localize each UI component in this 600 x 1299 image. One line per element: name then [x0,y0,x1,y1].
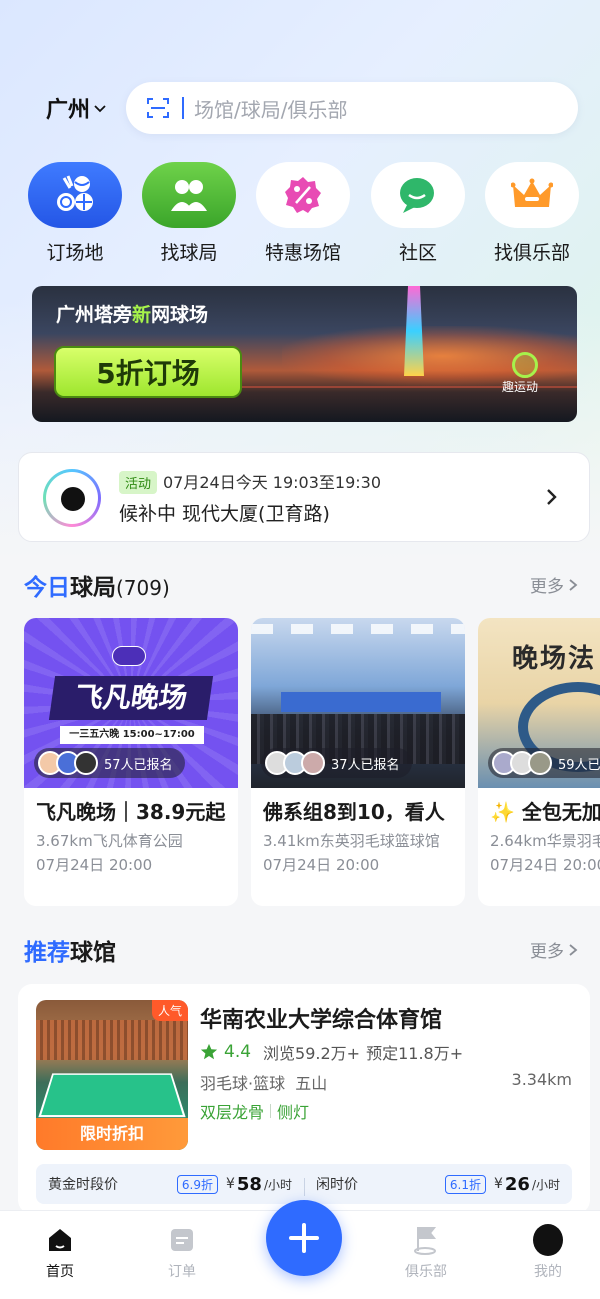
game-title: ✨ 全包无加 [490,800,600,824]
banner-title: 广州塔旁新网球场 [56,304,209,326]
avatar-dot [61,487,85,511]
chevron-right-icon [569,578,578,591]
quick-entry-label: 社区 [398,242,437,264]
recommended-header: 推荐球馆 更多 [24,933,584,967]
chevron-right-icon[interactable] [543,485,561,509]
tab-home[interactable]: 首页 [20,1225,100,1281]
order-icon [167,1225,197,1255]
game-card[interactable]: 晚场法 59人已报名 ✨ 全包无加 2.64km华景羽毛 07月24日 20:0… [478,618,600,906]
header: 广州 场馆/球局/俱乐部 [0,82,600,136]
tab-label: 首页 [46,1264,74,1280]
game-location: 3.67km飞凡体育公园 [36,832,183,850]
game-location: 3.41km东英羽毛球篮球馆 [263,832,440,850]
promo-banner[interactable]: 广州塔旁新网球场 5折订场 趣运动 [32,286,577,422]
image-title: 晚场法 [512,644,597,674]
signup-badge: 59人已报名 [488,748,600,778]
balls-icon [28,162,122,228]
tab-club[interactable]: 俱乐部 [386,1225,466,1281]
game-card[interactable]: 飞凡晚场 一三五六晚 15:00~17:00 57人已报名 飞凡晚场｜38.9元… [24,618,238,906]
chat-bubble-icon [371,162,465,228]
tab-label: 我的 [534,1264,562,1280]
game-image: 37人已报名 [251,618,465,788]
quick-entry-community[interactable]: 社区 [368,162,468,265]
quick-entry-book-court[interactable]: 订场地 [25,162,125,265]
venue-tags: 双层龙骨 侧灯 [200,1103,310,1122]
image-title: 飞凡晚场 [48,676,214,720]
game-image: 晚场法 59人已报名 [478,618,600,788]
city-label: 广州 [46,98,91,123]
game-title: 飞凡晚场｜38.9元起 [36,800,226,824]
section-title: 今日球局(709) [24,575,170,601]
venue-stats: 4.4 浏览59.2万+ 预定11.8万+ [200,1040,463,1064]
avatar [533,1224,563,1256]
activity-desc: 候补中 现代大厦(卫育路) [119,503,330,525]
tab-label: 俱乐部 [405,1264,447,1280]
club-logo-icon [112,646,146,666]
game-date: 07月24日 20:00 [36,856,153,874]
discount-badge: 限时折扣 [36,1118,188,1150]
search-bar[interactable]: 场馆/球局/俱乐部 [126,82,578,134]
hot-badge: 人气 [151,1000,188,1021]
price-peak: 黄金时段价 6.9折 ¥ 58 /小时 [48,1173,292,1195]
chevron-right-icon [569,943,578,956]
group-icon [142,162,236,228]
plus-icon [289,1223,319,1253]
brand-logo-icon [512,352,538,378]
today-games-list: 飞凡晚场 一三五六晚 15:00~17:00 57人已报名 飞凡晚场｜38.9元… [24,618,600,906]
crown-icon [485,162,579,228]
signup-badge: 37人已报名 [261,748,412,778]
venue-card[interactable]: 人气 限时折扣 华南农业大学综合体育馆 4.4 浏览59.2万+ 预定11.8万… [18,984,590,1214]
home-icon [45,1225,75,1255]
create-button[interactable] [266,1200,342,1276]
game-card[interactable]: 37人已报名 佛系组8到10，看人 3.41km东英羽毛球篮球馆 07月24日 … [251,618,465,906]
banner-cta-button[interactable]: 5折订场 [54,346,242,398]
club-flag-icon [411,1225,441,1255]
game-image: 飞凡晚场 一三五六晚 15:00~17:00 57人已报名 [24,618,238,788]
quick-entry-label: 找球局 [160,242,218,264]
game-location: 2.64km华景羽毛 [490,832,600,850]
today-games-header: 今日球局(709) 更多 [24,568,584,602]
quick-entries: 订场地 找球局 特惠场馆 社区 找俱乐部 [0,162,600,272]
game-date: 07月24日 20:00 [490,856,600,874]
quick-entry-label: 找俱乐部 [493,242,570,264]
activity-time: 07月24日今天 19:03至19:30 [163,473,382,492]
canton-tower-illustration [404,286,424,376]
quick-entry-deal-venues[interactable]: 特惠场馆 [253,162,353,265]
chevron-down-icon [94,105,106,113]
venue-sports: 羽毛球·篮球 五山 3.34km [200,1070,572,1093]
search-input[interactable]: 场馆/球局/俱乐部 [194,94,347,123]
discount-icon [256,162,350,228]
banner-brand: 趣运动 [502,380,539,394]
more-link[interactable]: 更多 [530,937,578,962]
venue-distance: 3.34km [511,1070,572,1089]
tab-orders[interactable]: 订单 [142,1225,222,1281]
scan-icon[interactable] [146,96,170,120]
search-cursor [182,97,184,119]
section-title: 推荐球馆 [24,940,116,966]
image-schedule: 一三五六晚 15:00~17:00 [60,726,204,744]
venue-name: 华南农业大学综合体育馆 [200,1008,443,1033]
price-offpeak: 闲时价 6.1折 ¥ 26 /小时 [304,1174,572,1196]
activity-card[interactable]: 活动 07月24日今天 19:03至19:30 候补中 现代大厦(卫育路) [18,452,590,542]
activity-tag: 活动 [119,471,158,494]
quick-entry-find-club[interactable]: 找俱乐部 [482,162,582,265]
court-illustration [38,1073,186,1118]
tab-profile[interactable]: 我的 [508,1224,588,1281]
quick-entry-label: 订场地 [46,242,104,264]
city-selector[interactable]: 广州 [46,92,106,124]
venue-image: 人气 限时折扣 [36,1000,188,1150]
star-icon [200,1043,218,1060]
quick-entry-label: 特惠场馆 [264,242,341,264]
game-date: 07月24日 20:00 [263,856,380,874]
price-row: 黄金时段价 6.9折 ¥ 58 /小时 闲时价 6.1折 ¥ 26 /小时 [36,1164,572,1204]
signup-badge: 57人已报名 [34,748,185,778]
game-title: 佛系组8到10，看人 [263,800,445,824]
more-link[interactable]: 更多 [530,572,578,597]
quick-entry-find-game[interactable]: 找球局 [139,162,239,265]
tab-label: 订单 [168,1264,196,1280]
